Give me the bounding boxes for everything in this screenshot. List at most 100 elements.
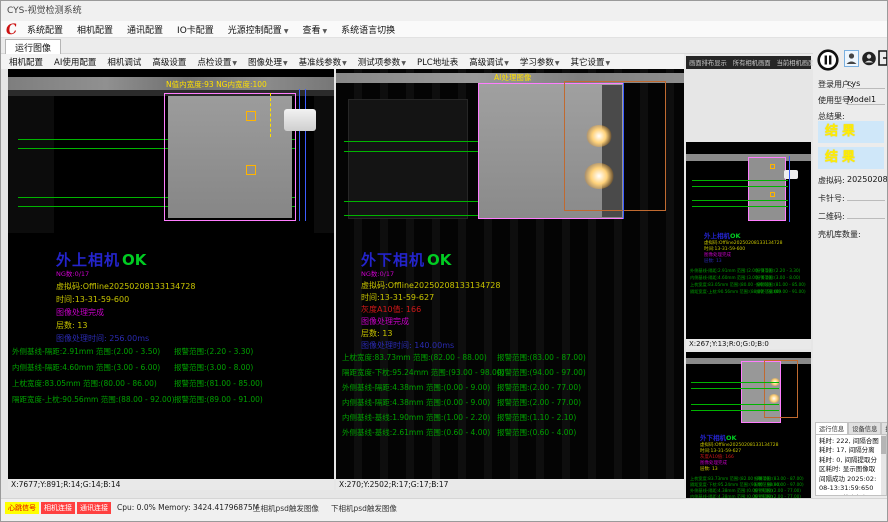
layout-mode-label[interactable]: 画面排布显示 <box>689 58 727 67</box>
mini-view-upper[interactable]: 外上相机OK 虚拟码:Offline20250208133134728 时间:1… <box>686 142 811 349</box>
chevron-down-icon: ▼ <box>606 60 611 67</box>
virtual-code: 虚拟码:Offline20250208133134728 <box>56 281 195 292</box>
measurement-row: 上枕宽度:83.73mm 范围:(82.00 - 88.00)报警范围:(83.… <box>342 352 684 363</box>
login-user-value: cys <box>847 79 885 89</box>
tool-baseline-params[interactable]: 基准线参数▼ <box>299 56 347 68</box>
chevron-down-icon: ▼ <box>504 60 509 67</box>
pin-number-label: 卡针号: <box>818 193 845 204</box>
camera-title: 外下相机OK <box>361 249 451 270</box>
qr-code-label: 二维码: <box>818 211 845 222</box>
tab-run-info[interactable]: 运行信息 <box>815 422 848 434</box>
comm-connection-badge: 通讯连接 <box>77 502 111 514</box>
product-block <box>748 157 786 221</box>
app-logo-icon: C <box>5 21 18 38</box>
app-window: CYS-视觉检测系统 C 系统配置 相机配置 通讯配置 IO卡配置 光源控制配置… <box>0 0 888 522</box>
mini-view-lower[interactable]: 外下相机OK 虚拟码:Offline20250208133134728 时间:1… <box>686 352 811 522</box>
model-value: Model1 <box>847 95 885 105</box>
measure-vline-blue <box>789 156 790 222</box>
measurement-row: 内侧基线-隔距:4.38mm 范围:(0.00 - 9.00)报警范围:(2.0… <box>342 397 684 408</box>
capture-time: 时间:13-31-59-627 <box>361 292 434 303</box>
tool-advanced-settings[interactable]: 高级设置 <box>152 56 186 68</box>
menu-language-switch[interactable]: 系统语言切换 <box>341 23 395 36</box>
tab-alarm-info[interactable]: 报警信息 <box>881 422 888 434</box>
image-shadow-left <box>8 96 54 233</box>
mini-layout-header: 画面排布显示 所有相机画面 当前相机画面 <box>686 56 811 69</box>
menu-light-config[interactable]: 光源控制配置▼ <box>228 23 289 36</box>
log-scrollbar[interactable] <box>881 435 886 495</box>
tool-camera-debug[interactable]: 相机调试 <box>107 56 141 68</box>
menu-view[interactable]: 查看▼ <box>302 23 327 36</box>
overlay-ai-label: AI处理图像 <box>494 72 531 83</box>
pixel-coord-bar: X:270;Y:2502;R:17;G:17;B:17 <box>336 479 684 490</box>
bright-spot <box>586 125 612 147</box>
baseline-line <box>692 200 788 201</box>
logout-icon-button[interactable] <box>877 50 888 66</box>
operator-user-icon-button[interactable] <box>862 51 876 66</box>
lower-camera-trigger-link[interactable]: 下相机psd触发图像 <box>331 503 397 514</box>
ng-count: NG数:0/17 <box>361 268 394 278</box>
menu-bar: C 系统配置 相机配置 通讯配置 IO卡配置 光源控制配置▼ 查看▼ 系统语言切… <box>1 21 888 38</box>
chevron-down-icon: ▼ <box>555 60 560 67</box>
tool-advanced-debug[interactable]: 高级调试▼ <box>469 56 509 68</box>
baseline-line <box>692 180 788 181</box>
tool-plc-table[interactable]: PLC地址表 <box>417 56 458 68</box>
cpu-memory-text: Cpu: 0.0% Memory: 3424.41796875M <box>117 503 259 512</box>
menu-comm-config[interactable]: 通讯配置 <box>127 23 163 36</box>
status-ok: OK <box>427 251 451 269</box>
tab-row: 运行图像 <box>1 38 888 54</box>
capture-time: 时间:13-31-59-600 <box>56 294 129 305</box>
qr-code-value <box>847 218 885 219</box>
menu-camera-config[interactable]: 相机配置 <box>77 23 113 36</box>
layout-current-camera[interactable]: 当前相机画面 <box>777 58 815 67</box>
measurement-row: 内侧基线-隔距:4.60mm 范围:(3.00 - 6.00)报警范围:(3.0… <box>12 362 334 373</box>
chevron-down-icon: ▼ <box>283 60 288 67</box>
roi-rect-orange <box>564 81 666 211</box>
chevron-down-icon: ▼ <box>232 60 237 67</box>
menu-io-config[interactable]: IO卡配置 <box>177 23 214 36</box>
result-box-1: 结果 <box>818 121 884 143</box>
marker-rect <box>246 111 256 121</box>
bright-spot <box>584 163 614 189</box>
right-panel: 登录用户: cys 使用型号: Model1 总结果: 结果 结果 虚拟码: 2… <box>813 45 888 498</box>
measurement-row: 上枕宽度:83.05mm 范围:(80.00 - 86.00)报警范围:(81.… <box>12 378 334 389</box>
connector-part <box>284 109 316 131</box>
camera-view-lower[interactable]: AI处理图像 外下相机OK NG数:0/17 虚拟码:Offline202502… <box>336 69 684 490</box>
tab-run-image[interactable]: 运行图像 <box>5 39 61 54</box>
measurement-row: 外侧基线-隔距:4.38mm 范围:(0.00 - 9.00)报警范围:(2.0… <box>342 382 684 393</box>
menu-system-config[interactable]: 系统配置 <box>27 23 63 36</box>
camera-view-upper[interactable]: N值内宽度:93 NG内宽度:100 外上相机OK NG数:0/17 虚拟码:O… <box>8 69 334 490</box>
baseline-line <box>691 388 779 389</box>
process-time: 图像处理时间: 256.00ms <box>56 333 149 344</box>
user-icon-button[interactable] <box>844 50 859 67</box>
tool-spot-check[interactable]: 点检设置▼ <box>197 56 237 68</box>
measurement-row: 上枕宽度:83.05mm 范围:(80.00 - 86.00)报警范围:(81.… <box>690 282 811 288</box>
upper-camera-trigger-link[interactable]: 上相机psd触发图像 <box>253 503 319 514</box>
tool-image-processing[interactable]: 图像处理▼ <box>248 56 288 68</box>
baseline-line <box>691 382 779 383</box>
tab-device-info[interactable]: 设备信息 <box>848 422 881 434</box>
info-tabs: 运行信息 设备信息 报警信息 <box>815 422 888 434</box>
marker-rect <box>770 192 775 197</box>
tool-ai-config[interactable]: AI使用配置 <box>54 56 96 68</box>
measurement-row: 外侧基线-隔距:2.91mm 范围:(2.00 - 3.50)报警范围:(2.2… <box>690 268 811 274</box>
process-done: 图像处理完成 <box>56 307 104 318</box>
pause-button[interactable] <box>817 49 839 71</box>
log-scrollbar-thumb[interactable] <box>881 436 886 454</box>
tool-learning-params[interactable]: 学习参数▼ <box>520 56 560 68</box>
result-box-2: 结果 <box>818 147 884 169</box>
camera-title: 外上相机OK <box>56 249 146 270</box>
layer-count: 层数: 13 <box>56 320 87 331</box>
measurement-row: 隔距宽度-上枕:90.56mm 范围:(88.00 - 92.00)报警范围:(… <box>12 394 334 405</box>
tool-test-params[interactable]: 测试项参数▼ <box>358 56 406 68</box>
layout-all-cameras[interactable]: 所有相机画面 <box>733 58 771 67</box>
image-shadow-right <box>314 96 334 233</box>
baseline-line <box>691 404 779 405</box>
tool-other-settings[interactable]: 其它设置▼ <box>571 56 611 68</box>
overlay-width-label: N值内宽度:93 NG内宽度:100 <box>166 79 267 90</box>
bright-spot <box>768 394 780 403</box>
chevron-down-icon: ▼ <box>284 28 289 35</box>
tool-camera-config[interactable]: 相机配置 <box>9 56 43 68</box>
process-time: 图像处理时间: 140.00ms <box>361 340 454 351</box>
pixel-coord-bar: X:267;Y:13;R:0;G:0;B:0 <box>686 339 811 349</box>
measurement-row: 外侧基线-隔距:2.91mm 范围:(2.00 - 3.50)报警范围:(2.2… <box>12 346 334 357</box>
